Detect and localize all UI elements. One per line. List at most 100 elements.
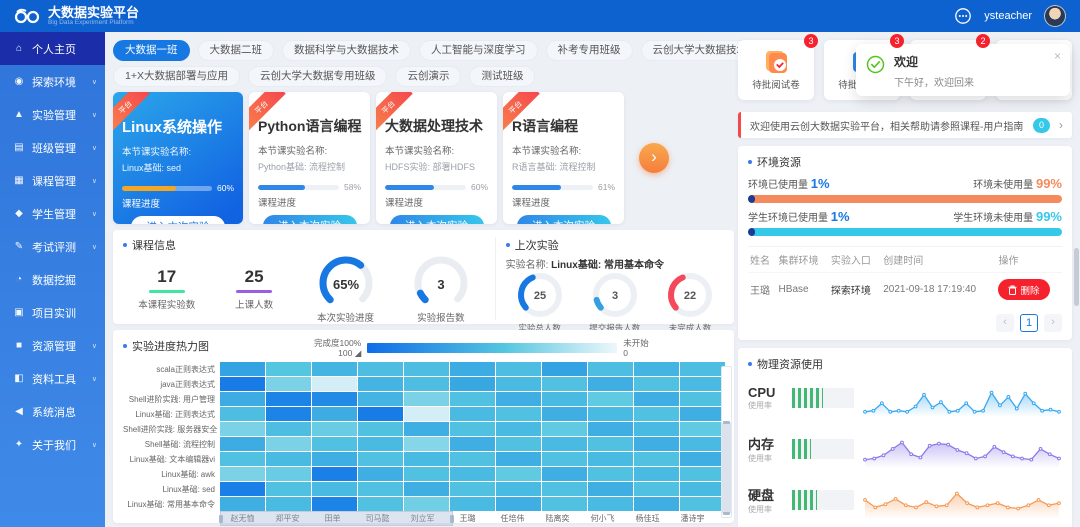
course-title: 大数据处理技术 xyxy=(385,116,488,136)
bullet-dot-icon xyxy=(748,362,752,366)
svg-text:22: 22 xyxy=(684,290,696,302)
experiment-entry-link[interactable]: 探索环境 xyxy=(831,286,871,297)
course-card-2: 平台大数据处理技术本节课实验名称:HDFS实验: 部署HDFS60%课程进度进入… xyxy=(376,92,497,224)
sidebar-item-4[interactable]: ▦课程管理∨ xyxy=(0,164,105,197)
heatmap-vertical-zoom-slider[interactable] xyxy=(721,366,732,518)
sidebar-item-label: 关于我们 xyxy=(32,437,76,453)
announcement-text: 欢迎使用云创大数据实验平台，相关帮助请参照课程-用户指南 xyxy=(750,118,1023,133)
experiment-name: Python基础: 流程控制 xyxy=(258,160,361,173)
heatmap-cell xyxy=(588,437,633,451)
heatmap-cell xyxy=(266,407,311,421)
resource-sub-label: 使用率 xyxy=(748,504,784,515)
sidebar-item-9[interactable]: ■资源管理∨ xyxy=(0,329,105,362)
class-tab[interactable]: 测试班级 xyxy=(469,66,535,87)
svg-text:3: 3 xyxy=(612,290,618,302)
heatmap-cell xyxy=(312,362,357,376)
page-next-button[interactable]: › xyxy=(1044,314,1062,332)
toast-close-icon[interactable]: × xyxy=(1054,49,1061,63)
heatmap-cell xyxy=(542,497,587,511)
sidebar-item-6[interactable]: ✎考试评测∨ xyxy=(0,230,105,263)
logo-icon xyxy=(14,8,40,24)
class-tab[interactable]: 补考专用班级 xyxy=(546,40,633,61)
heatmap-cell xyxy=(634,467,679,481)
heatmap-cell xyxy=(680,407,725,421)
sidebar-item-0[interactable]: ⌂个人主页 xyxy=(0,32,105,65)
course-progress-label: 课程进度 xyxy=(512,195,615,209)
heatmap-cell xyxy=(312,377,357,391)
table-row: 王璐HBase探索环境2021-09-18 17:19:40删除 xyxy=(748,273,1062,307)
sidebar-item-12[interactable]: ✦关于我们∨ xyxy=(0,428,105,461)
heatmap-row-label: Shell进阶实践: 服务器安全 xyxy=(123,422,215,437)
enter-experiment-button[interactable]: 进入本次实验 xyxy=(263,215,357,224)
svg-text:3: 3 xyxy=(437,277,444,292)
heatmap-cell xyxy=(588,407,633,421)
table-header: 创建时间 xyxy=(881,247,996,273)
sidebar-item-11[interactable]: ◀系统消息 xyxy=(0,395,105,428)
cell-created: 2021-09-18 17:19:40 xyxy=(881,273,996,307)
heatmap-cell xyxy=(450,482,495,496)
heatmap-horizontal-zoom-slider[interactable] xyxy=(220,511,453,526)
course-cards-row: 平台Linux系统操作本节课实验名称:Linux基础: sed60%课程进度进入… xyxy=(113,92,734,224)
last-exp-name: 实验名称: Linux基础: 常用基本命令 xyxy=(506,256,724,271)
experiment-icon: ▲ xyxy=(13,109,25,120)
main-content: 大数据一班大数据二班数据科学与大数据技术人工智能与深度学习补考专用班级云创大学大… xyxy=(105,32,738,527)
sidebar-item-3[interactable]: ▤班级管理∨ xyxy=(0,131,105,164)
page-scrollbar[interactable] xyxy=(1074,248,1079,306)
heatmap-cell xyxy=(266,482,311,496)
heatmap-cell xyxy=(404,422,449,436)
sidebar-item-label: 资料工具 xyxy=(32,371,76,387)
resource-name: 硬盘 xyxy=(748,485,784,504)
heatmap-cell xyxy=(680,437,725,451)
heatmap-cell xyxy=(404,437,449,451)
messages-icon[interactable] xyxy=(954,7,972,25)
resource-sub-label: 使用率 xyxy=(748,400,784,411)
enter-experiment-button[interactable]: 进入本次实验 xyxy=(390,215,484,224)
heatmap-cell xyxy=(634,497,679,511)
heatmap-cell xyxy=(220,467,265,481)
heatmap-cell xyxy=(496,422,541,436)
table-header: 实验入口 xyxy=(829,247,881,273)
enter-experiment-button[interactable]: 进入本次实验 xyxy=(517,215,611,224)
heatmap-cell xyxy=(404,392,449,406)
sidebar-item-1[interactable]: ◉探索环境∨ xyxy=(0,65,105,98)
course-progress-bar xyxy=(122,186,212,191)
toast-message: 下午好，欢迎回来 xyxy=(894,74,974,89)
sidebar-item-2[interactable]: ▲实验管理∨ xyxy=(0,98,105,131)
sidebar-item-5[interactable]: ◆学生管理∨ xyxy=(0,197,105,230)
bullet-dot-icon xyxy=(748,160,752,164)
page-prev-button[interactable]: ‹ xyxy=(996,314,1014,332)
class-tab[interactable]: 1+X大数据部署与应用 xyxy=(113,66,240,87)
heatmap-cell xyxy=(266,362,311,376)
heatmap-row-label: Shell进阶实践: 用户管理 xyxy=(123,392,215,407)
env-usage-bar xyxy=(748,195,1062,203)
heatmap-cell xyxy=(634,362,679,376)
class-tab[interactable]: 云创大学大数据专用班级 xyxy=(248,66,388,87)
last-experiment-block: 上次实验 实验名称: Linux基础: 常用基本命令 25实验总人数3提交报告人… xyxy=(496,237,724,320)
heatmap-cell xyxy=(358,452,403,466)
sidebar-item-8[interactable]: ▣项目实训 xyxy=(0,296,105,329)
legend-gradient-bar[interactable] xyxy=(367,343,617,353)
user-avatar[interactable] xyxy=(1044,5,1066,27)
page-number[interactable]: 1 xyxy=(1020,314,1038,332)
top-header: 大数据实验平台 Big Data Experiment Platform yst… xyxy=(0,0,1080,32)
announcement-arrow-icon[interactable]: › xyxy=(1059,118,1063,132)
class-tab[interactable]: 大数据一班 xyxy=(113,40,190,61)
enter-experiment-button[interactable]: 进入本次实验 xyxy=(131,216,225,224)
home-icon: ⌂ xyxy=(13,43,25,54)
trash-icon xyxy=(1008,285,1017,295)
class-tab[interactable]: 云创演示 xyxy=(395,66,461,87)
heatmap-cell xyxy=(358,362,403,376)
announcement-bar[interactable]: 欢迎使用云创大数据实验平台，相关帮助请参照课程-用户指南 0 › xyxy=(738,112,1072,138)
class-tab[interactable]: 大数据二班 xyxy=(198,40,275,61)
username[interactable]: ysteacher xyxy=(984,10,1032,22)
class-tab[interactable]: 数据科学与大数据技术 xyxy=(282,40,411,61)
pending-card-0[interactable]: 待批阅试卷3 xyxy=(738,40,814,100)
carousel-next-button[interactable]: › xyxy=(639,143,669,173)
class-tab[interactable]: 人工智能与深度学习 xyxy=(419,40,538,61)
heatmap-y-labels: scala正则表达式java正则表达式Shell进阶实践: 用户管理Linux基… xyxy=(123,362,220,526)
heatmap-cell xyxy=(588,482,633,496)
sidebar-item-7[interactable]: ◔数据挖掘 xyxy=(0,263,105,296)
delete-button[interactable]: 删除 xyxy=(998,279,1049,300)
heatmap-cell xyxy=(634,437,679,451)
sidebar-item-10[interactable]: ◧资料工具∨ xyxy=(0,362,105,395)
